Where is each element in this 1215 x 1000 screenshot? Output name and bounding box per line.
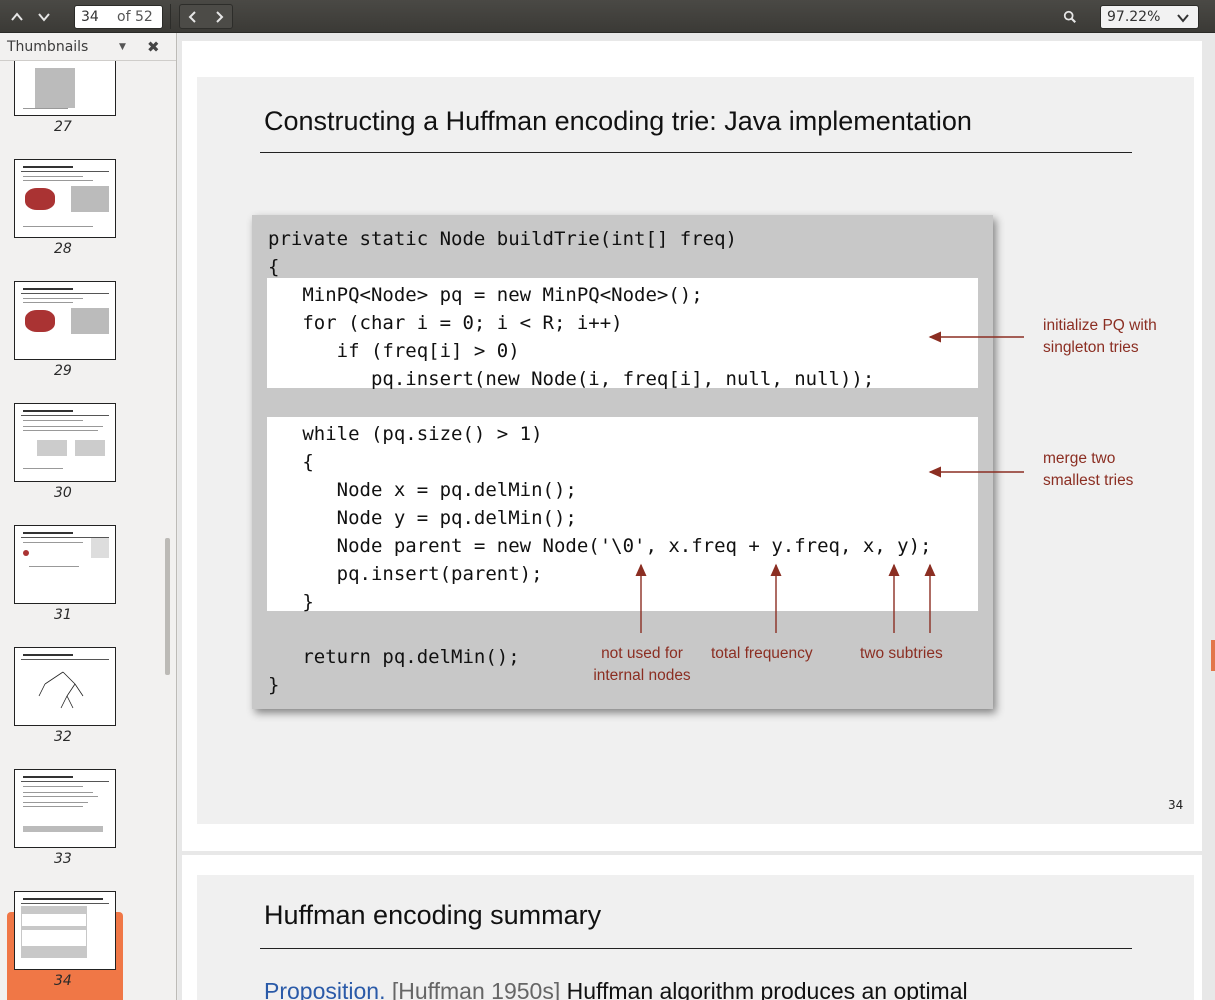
thumbnail-number: 30 <box>54 485 72 501</box>
annotation-line: smallest tries <box>1043 472 1134 489</box>
chevron-up-icon <box>11 11 23 21</box>
thumbnail-number: 29 <box>54 363 72 379</box>
thumbnail-number: 31 <box>54 607 72 623</box>
thumbnail-29[interactable] <box>14 281 116 360</box>
annotation-two-subtries: two subtries <box>860 645 943 662</box>
annotation-merge: merge two smallest tries <box>1043 448 1133 492</box>
page-total-label: of 52 <box>117 9 153 25</box>
thumbnail-31[interactable] <box>14 525 116 604</box>
annotation-line: singleton tries <box>1043 339 1139 356</box>
title-rule <box>260 948 1132 949</box>
thumbnail-33[interactable] <box>14 769 116 848</box>
annotation-line: merge two <box>1043 450 1116 467</box>
trie-diagram-icon <box>38 671 84 709</box>
forward-button[interactable] <box>206 4 232 29</box>
chevron-right-icon <box>216 10 224 23</box>
thumbnail-number: 32 <box>54 729 72 745</box>
scroll-position-marker[interactable] <box>1211 640 1215 671</box>
slide-35: Huffman encoding summary Proposition. [H… <box>197 875 1194 1000</box>
thumbnail-number: 34 <box>54 973 72 989</box>
toolbar-separator <box>170 4 171 29</box>
proposition-citation: [Huffman 1950s] <box>391 978 561 1000</box>
page-35: Huffman encoding summary Proposition. [H… <box>182 855 1202 1000</box>
thumbnail-28[interactable] <box>14 159 116 238</box>
annotation-line: internal nodes <box>593 667 691 684</box>
proposition-label: Proposition. <box>264 978 386 1000</box>
thumbnail-32[interactable] <box>14 647 116 726</box>
thumbnail-27[interactable] <box>14 61 116 116</box>
find-button[interactable] <box>1057 4 1083 29</box>
proposition-text: Huffman algorithm produces an optimal <box>566 978 968 1000</box>
annotation-not-used: not used for internal nodes <box>577 643 707 687</box>
page-number-field[interactable]: 34 of 52 <box>74 5 163 29</box>
slide-title: Huffman encoding summary <box>264 900 602 930</box>
sidebar-header: Thumbnails ▼ ✖ <box>0 33 176 61</box>
document-view: Constructing a Huffman encoding trie: Ja… <box>178 33 1215 1000</box>
page-34: Constructing a Huffman encoding trie: Ja… <box>182 41 1202 851</box>
thumbnail-number: 27 <box>54 119 72 135</box>
slide-34: Constructing a Huffman encoding trie: Ja… <box>197 77 1194 824</box>
sidebar: Thumbnails ▼ ✖ 27 28 29 30 31 32 33 34 <box>0 33 177 1000</box>
toolbar: 34 of 52 97.22% <box>0 0 1215 33</box>
search-icon <box>1063 10 1076 23</box>
close-icon[interactable]: ✖ <box>147 38 160 56</box>
thumbnail-number: 28 <box>54 241 72 257</box>
thumbnail-list: 27 28 29 30 31 32 33 34 <box>0 61 170 1000</box>
current-page-value[interactable]: 34 <box>81 9 99 25</box>
chevron-down-icon <box>38 12 50 22</box>
proposition-line: Proposition. [Huffman 1950s] Huffman alg… <box>264 978 968 1000</box>
zoom-select[interactable]: 97.22% <box>1100 5 1199 29</box>
thumbnail-30[interactable] <box>14 403 116 482</box>
next-page-button[interactable] <box>31 4 57 29</box>
annotation-line: not used for <box>601 645 683 662</box>
thumbnail-number: 33 <box>54 851 72 867</box>
sidebar-scrollbar[interactable] <box>165 538 170 675</box>
back-button[interactable] <box>180 4 206 29</box>
previous-page-button[interactable] <box>4 4 30 29</box>
chevron-left-icon <box>188 10 196 23</box>
slide-page-number: 34 <box>1168 798 1184 812</box>
annotation-total-frequency: total frequency <box>711 645 813 662</box>
zoom-value: 97.22% <box>1107 9 1161 25</box>
sidebar-title: Thumbnails <box>7 39 89 55</box>
annotation-init-pq: initialize PQ with singleton tries <box>1043 315 1157 359</box>
chevron-down-icon <box>1177 14 1189 23</box>
thumbnail-34[interactable] <box>14 891 116 970</box>
sidebar-dropdown-arrow-icon[interactable]: ▼ <box>119 42 126 52</box>
annotation-line: initialize PQ with <box>1043 317 1157 334</box>
